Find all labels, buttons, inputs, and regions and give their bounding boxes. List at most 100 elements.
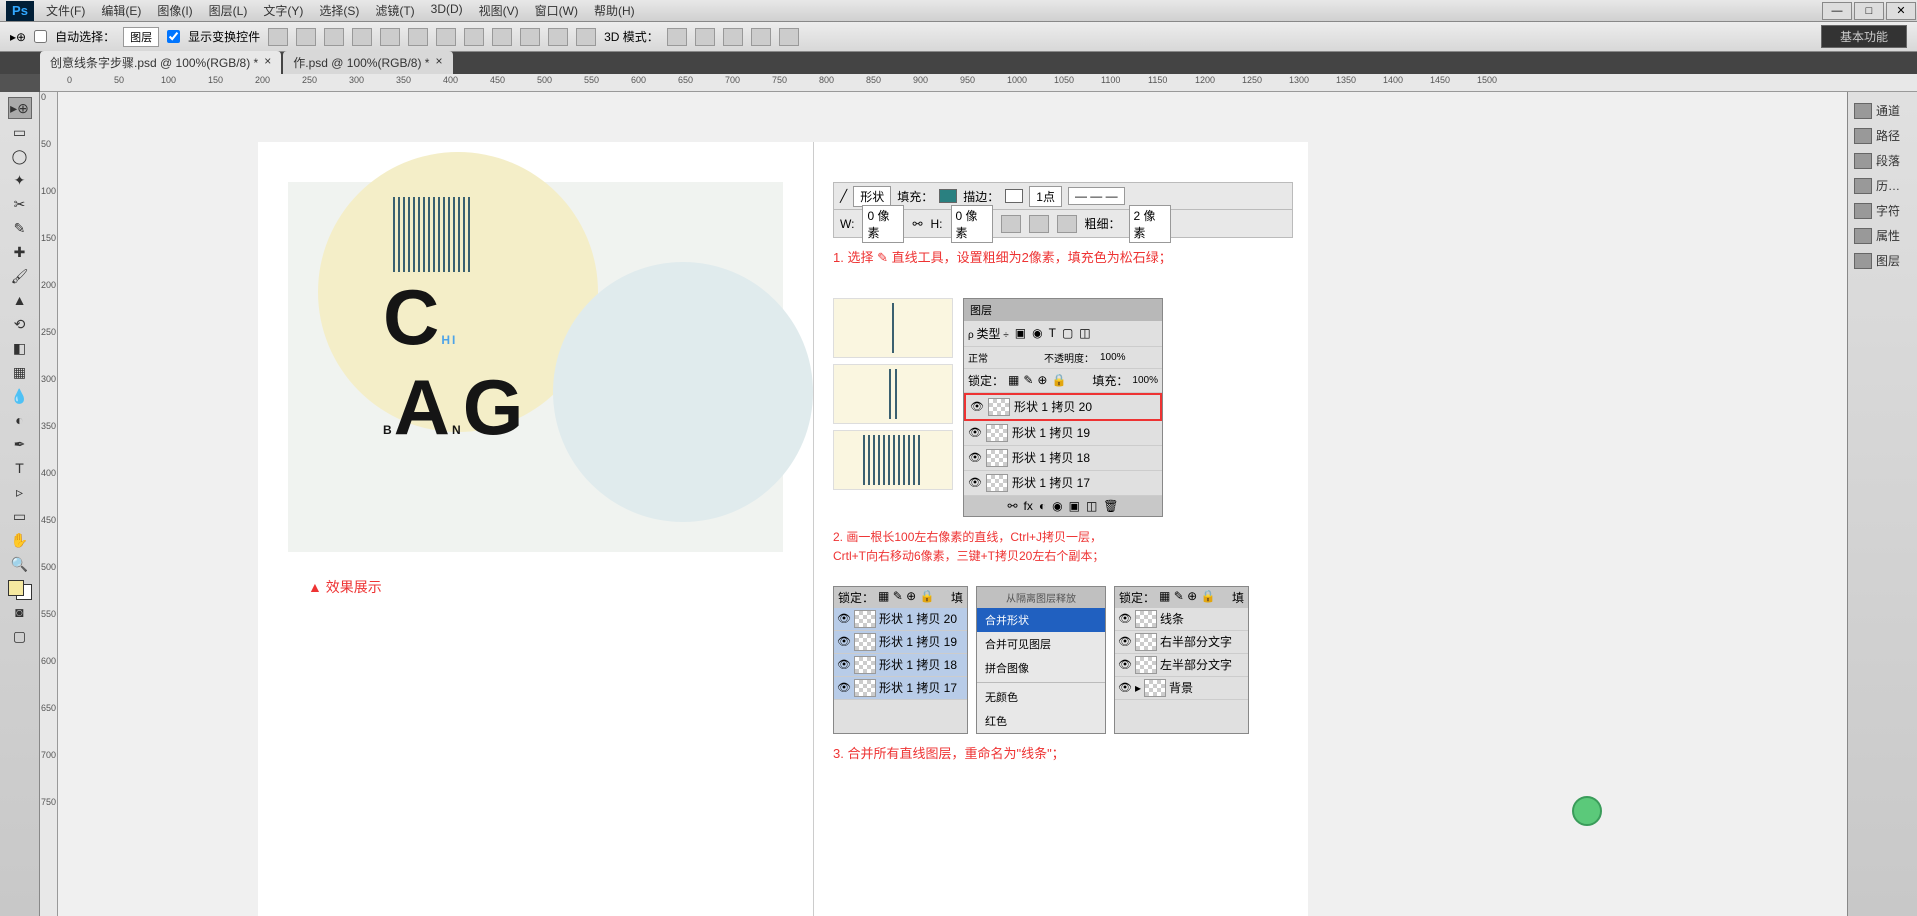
menu-help[interactable]: 帮助(H): [588, 0, 641, 21]
path-tool[interactable]: ▹: [8, 481, 32, 503]
menu-select[interactable]: 选择(S): [313, 0, 365, 21]
show-transform-checkbox[interactable]: [167, 30, 180, 43]
width-input[interactable]: 0 像素: [862, 205, 904, 243]
context-item-merge-shapes[interactable]: 合并形状: [977, 608, 1105, 632]
3d-icon[interactable]: [667, 28, 687, 46]
vertical-ruler[interactable]: 0501001502002503003504004505005506006507…: [40, 92, 58, 916]
auto-select-dropdown[interactable]: 图层: [123, 27, 159, 47]
visibility-icon[interactable]: 👁: [968, 476, 982, 490]
eyedropper-tool[interactable]: ✎: [8, 217, 32, 239]
layer-row[interactable]: 👁形状 1 拷贝 19: [834, 631, 967, 654]
layer-row[interactable]: 👁形状 1 拷贝 17: [834, 677, 967, 700]
layer-row[interactable]: 👁▸背景: [1115, 677, 1248, 700]
weight-input[interactable]: 2 像素: [1129, 205, 1171, 243]
align-icon[interactable]: [380, 28, 400, 46]
filter-icon[interactable]: ▣: [1015, 326, 1026, 340]
distribute-icon[interactable]: [464, 28, 484, 46]
history-brush-tool[interactable]: ⟲: [8, 313, 32, 335]
workspace-dropdown[interactable]: 基本功能: [1821, 25, 1907, 48]
panel-properties[interactable]: 属性: [1848, 223, 1917, 248]
distribute-icon[interactable]: [520, 28, 540, 46]
opacity-input[interactable]: 100%: [1100, 352, 1126, 363]
filter-icon[interactable]: ◉: [1032, 326, 1042, 340]
context-item-red[interactable]: 红色: [977, 709, 1105, 733]
3d-icon[interactable]: [751, 28, 771, 46]
maximize-button[interactable]: □: [1854, 2, 1884, 20]
color-swatch[interactable]: [8, 580, 32, 600]
hand-tool[interactable]: ✋: [8, 529, 32, 551]
crop-tool[interactable]: ✂: [8, 193, 32, 215]
panel-paths[interactable]: 路径: [1848, 123, 1917, 148]
fx-icon[interactable]: fx: [1024, 499, 1033, 513]
kind-filter-dropdown[interactable]: ρ 类型 ÷: [968, 325, 1009, 342]
magic-wand-tool[interactable]: ✦: [8, 169, 32, 191]
align-icon[interactable]: [324, 28, 344, 46]
adjustment-icon[interactable]: ◉: [1052, 499, 1062, 513]
lock-icon[interactable]: ⊕: [1037, 373, 1047, 387]
3d-icon[interactable]: [695, 28, 715, 46]
layer-row[interactable]: 👁形状 1 拷贝 18: [964, 446, 1162, 471]
stroke-style-dropdown[interactable]: — — —: [1068, 187, 1125, 205]
trash-icon[interactable]: 🗑: [1103, 499, 1118, 513]
menu-edit[interactable]: 编辑(E): [95, 0, 147, 21]
dodge-tool[interactable]: ◐: [8, 409, 32, 431]
stroke-width-input[interactable]: 1点: [1029, 186, 1062, 207]
new-layer-icon[interactable]: ◫: [1086, 499, 1097, 513]
panel-character[interactable]: 字符: [1848, 198, 1917, 223]
link-layers-icon[interactable]: ⚯: [1007, 499, 1017, 513]
context-item-merge-visible[interactable]: 合并可见图层: [977, 632, 1105, 656]
path-op-icon[interactable]: [1001, 215, 1021, 233]
stamp-tool[interactable]: ▲: [8, 289, 32, 311]
visibility-icon[interactable]: 👁: [970, 400, 984, 414]
panel-layers[interactable]: 图层: [1848, 248, 1917, 273]
gear-icon[interactable]: [1057, 215, 1077, 233]
mask-icon[interactable]: ◐: [1039, 499, 1046, 513]
minimize-button[interactable]: —: [1822, 2, 1852, 20]
panel-paragraph[interactable]: 段落: [1848, 148, 1917, 173]
tab-doc2[interactable]: 作.psd @ 100%(RGB/8) *×: [283, 51, 452, 74]
3d-icon[interactable]: [723, 28, 743, 46]
filter-icon[interactable]: ◫: [1079, 326, 1090, 340]
layer-row[interactable]: 👁形状 1 拷贝 20: [834, 608, 967, 631]
align-edges-icon[interactable]: [1029, 215, 1049, 233]
brush-tool[interactable]: 🖌: [8, 265, 32, 287]
fill-input[interactable]: 100%: [1132, 375, 1158, 386]
zoom-tool[interactable]: 🔍: [8, 553, 32, 575]
blur-tool[interactable]: 💧: [8, 385, 32, 407]
layer-row[interactable]: 👁形状 1 拷贝 19: [964, 421, 1162, 446]
gradient-tool[interactable]: ▦: [8, 361, 32, 383]
menu-image[interactable]: 图像(I): [151, 0, 198, 21]
align-icon[interactable]: [408, 28, 428, 46]
horizontal-ruler[interactable]: 5005010015020025030035040045050055060065…: [40, 74, 1917, 92]
layer-row[interactable]: 👁线条: [1115, 608, 1248, 631]
menu-view[interactable]: 视图(V): [473, 0, 525, 21]
layer-row[interactable]: 👁形状 1 拷贝 18: [834, 654, 967, 677]
visibility-icon[interactable]: 👁: [968, 426, 982, 440]
layer-row[interactable]: 👁右半部分文字: [1115, 631, 1248, 654]
align-icon[interactable]: [296, 28, 316, 46]
3d-icon[interactable]: [779, 28, 799, 46]
link-icon[interactable]: ⚯: [912, 217, 922, 231]
shape-tool[interactable]: ▭: [8, 505, 32, 527]
align-icon[interactable]: [352, 28, 372, 46]
close-button[interactable]: ✕: [1886, 2, 1916, 20]
fill-swatch[interactable]: [939, 189, 957, 203]
filter-icon[interactable]: T: [1049, 326, 1056, 340]
group-icon[interactable]: ▣: [1069, 499, 1080, 513]
marquee-tool[interactable]: ▭: [8, 121, 32, 143]
distribute-icon[interactable]: [436, 28, 456, 46]
healing-tool[interactable]: ✚: [8, 241, 32, 263]
layer-row[interactable]: 👁形状 1 拷贝 20: [964, 393, 1162, 421]
distribute-icon[interactable]: [492, 28, 512, 46]
blend-mode-dropdown[interactable]: 正常: [968, 350, 1038, 365]
context-item-no-color[interactable]: 无颜色: [977, 685, 1105, 709]
layer-row[interactable]: 👁左半部分文字: [1115, 654, 1248, 677]
auto-select-checkbox[interactable]: [34, 30, 47, 43]
lock-icon[interactable]: ▦: [1008, 373, 1019, 387]
height-input[interactable]: 0 像素: [951, 205, 993, 243]
context-item-flatten[interactable]: 拼合图像: [977, 656, 1105, 680]
panel-history[interactable]: 历…: [1848, 173, 1917, 198]
distribute-icon[interactable]: [548, 28, 568, 46]
screen-mode-tool[interactable]: ▢: [8, 625, 32, 647]
align-icon[interactable]: [268, 28, 288, 46]
